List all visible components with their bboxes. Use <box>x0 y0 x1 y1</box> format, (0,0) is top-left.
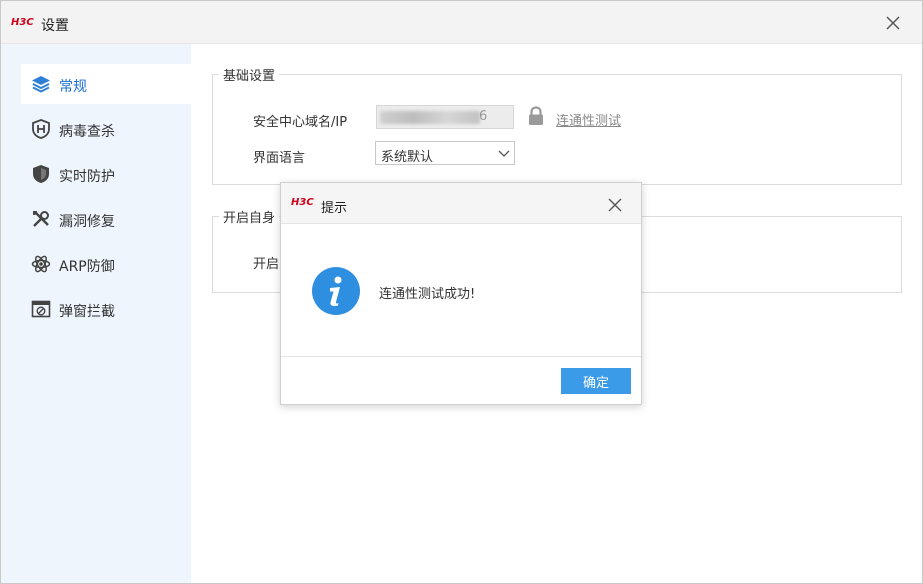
h3c-logo: H3C <box>291 197 314 208</box>
sidebar-item-general[interactable]: 常规 <box>21 64 191 104</box>
dialog-message: 连通性测试成功! <box>379 287 476 302</box>
dialog-header: H3C 提示 <box>281 183 641 224</box>
sidebar-item-realtime[interactable]: 实时防护 <box>21 154 191 194</box>
sidebar-item-label: ARP防御 <box>59 259 115 275</box>
group-title: 基础设置 <box>219 65 280 84</box>
sidebar-item-popup-block[interactable]: 弹窗拦截 <box>21 289 191 329</box>
sidebar-item-vuln-fix[interactable]: 漏洞修复 <box>21 199 191 239</box>
redacted-value <box>380 111 480 124</box>
self-protection-row-label: 开启 <box>253 257 280 272</box>
info-icon <box>312 267 360 315</box>
lock-icon <box>529 106 543 125</box>
domain-input[interactable]: 6 <box>376 105 514 129</box>
chevron-down-icon <box>498 150 510 157</box>
tools-icon <box>33 211 49 227</box>
sidebar-item-label: 漏洞修复 <box>59 214 115 230</box>
close-icon[interactable] <box>605 195 625 215</box>
connectivity-test-link[interactable]: 连通性测试 <box>556 110 621 129</box>
sidebar-item-label: 病毒查杀 <box>59 124 115 140</box>
window-title: 设置 <box>41 18 69 34</box>
dialog-title: 提示 <box>321 201 348 216</box>
title-bar: H3C 设置 <box>1 1 922 44</box>
language-select[interactable]: 系统默认 <box>375 141 515 165</box>
sidebar: 常规 病毒查杀 实时防护 漏洞修复 ARP防御 弹窗拦截 <box>1 44 191 583</box>
sidebar-item-label: 实时防护 <box>59 169 115 185</box>
dialog-footer: 确定 <box>281 356 641 405</box>
h3c-logo: H3C <box>11 17 34 28</box>
language-value: 系统默认 <box>381 150 434 165</box>
domain-value-tail: 6 <box>479 109 488 124</box>
info-dialog: H3C 提示 连通性测试成功! 确定 <box>280 182 642 405</box>
sidebar-item-label: 常规 <box>59 79 87 95</box>
sidebar-item-virus-scan[interactable]: 病毒查杀 <box>21 109 191 149</box>
sidebar-item-label: 弹窗拦截 <box>59 304 115 320</box>
atom-icon <box>31 255 51 273</box>
layers-icon <box>32 76 50 93</box>
language-label: 界面语言 <box>253 151 306 166</box>
shield-h-icon <box>32 119 50 139</box>
group-title: 开启自身 <box>219 207 280 226</box>
ok-button[interactable]: 确定 <box>561 368 631 394</box>
close-icon[interactable] <box>882 12 904 34</box>
sidebar-item-arp[interactable]: ARP防御 <box>21 244 191 284</box>
popup-block-icon <box>31 300 51 318</box>
shield-icon <box>33 165 49 183</box>
domain-label: 安全中心域名/IP <box>253 115 348 130</box>
